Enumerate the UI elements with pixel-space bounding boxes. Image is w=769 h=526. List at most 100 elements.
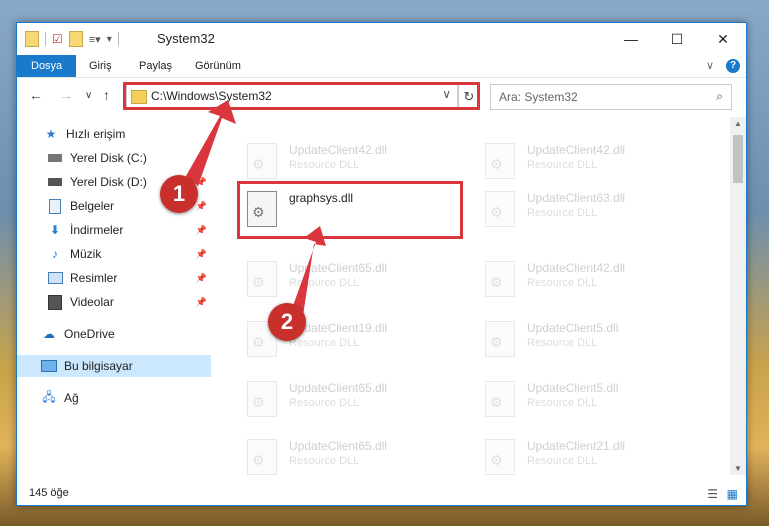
tab-share[interactable]: Paylaş	[139, 55, 172, 77]
sidebar-item-drive-c[interactable]: Yerel Disk (C:)	[17, 147, 211, 169]
dll-file-icon: ⚙	[485, 261, 515, 297]
file-name: UpdateClient65.dll	[289, 439, 388, 453]
file-item[interactable]: ⚙ UpdateClient65.dll Resource DLL	[239, 255, 459, 307]
forward-button[interactable]: →	[59, 87, 73, 103]
pin-icon[interactable]: 📌	[196, 273, 207, 284]
downloads-icon: ⬇	[49, 223, 61, 237]
file-type: Resource DLL	[527, 207, 598, 219]
customize-toolbar-icon[interactable]: ≡▾	[89, 33, 101, 46]
vertical-scrollbar[interactable]: ▲ ▼	[730, 117, 746, 475]
sidebar-item-label: Hızlı erişim	[66, 127, 126, 141]
tab-home[interactable]: Giriş	[89, 55, 112, 77]
file-name: UpdateClient42.dll	[527, 261, 626, 275]
pin-icon[interactable]: 📌	[196, 249, 207, 260]
file-list: ⚙ UpdateClient42.dll Resource DLL ⚙ Upda…	[211, 117, 727, 475]
dll-file-icon: ⚙	[247, 261, 277, 297]
up-button[interactable]: ↑	[103, 87, 110, 103]
file-name: UpdateClient5.dll	[527, 381, 619, 395]
file-item[interactable]: ⚙ UpdateClient5.dll Resource DLL	[477, 315, 697, 367]
sidebar-item-label: Bu bilgisayar	[64, 359, 133, 373]
toolbar-separator	[117, 32, 119, 46]
file-type: Resource DLL	[289, 455, 360, 467]
pin-icon[interactable]: 📌	[196, 177, 207, 188]
sidebar-item-label: Belgeler	[70, 199, 115, 213]
sidebar-item-label: Yerel Disk (C:)	[70, 151, 147, 165]
folder-icon[interactable]	[25, 31, 39, 47]
file-item[interactable]: ⚙ UpdateClient21.dll Resource DLL	[477, 433, 697, 485]
search-box[interactable]: Ara: System32 ⌕	[490, 84, 732, 110]
back-button[interactable]: ←	[29, 87, 43, 103]
file-name: UpdateClient65.dll	[289, 261, 388, 275]
computer-icon	[41, 359, 57, 373]
toolbar-separator	[45, 32, 46, 46]
pin-icon[interactable]: 📌	[196, 201, 207, 212]
item-count: 145 öğe	[29, 487, 69, 499]
search-placeholder[interactable]: Ara: System32	[499, 90, 578, 104]
dll-file-icon: ⚙	[485, 321, 515, 357]
large-icons-view-icon[interactable]: ▦	[727, 487, 738, 501]
network-icon: 🖧	[42, 389, 56, 404]
dll-file-icon: ⚙	[247, 439, 277, 475]
file-type: Resource DLL	[527, 397, 598, 409]
file-name: UpdateClient65.dll	[289, 381, 388, 395]
drive-icon	[47, 175, 63, 189]
ribbon-expand-icon[interactable]: ∨	[706, 55, 714, 77]
scrollbar-thumb[interactable]	[733, 135, 743, 183]
scroll-down-icon[interactable]: ▼	[734, 464, 742, 473]
file-type: Resource DLL	[289, 337, 360, 349]
sidebar-item-downloads[interactable]: ⬇ İndirmeler 📌	[17, 219, 211, 241]
sidebar-item-videos[interactable]: Videolar 📌	[17, 291, 211, 313]
navigation-pane: ★ Hızlı erişim Yerel Disk (C:) Yerel Dis…	[17, 117, 211, 475]
file-name: UpdateClient21.dll	[527, 439, 626, 453]
dll-file-icon: ⚙	[485, 191, 515, 227]
file-item[interactable]: ⚙ UpdateClient42.dll Resource DLL	[477, 255, 697, 307]
dll-file-icon: ⚙	[485, 381, 515, 417]
explorer-window: ☑ ≡▾ ▾ System32 — ☐ ✕ Dosya Giriş Paylaş…	[16, 22, 747, 506]
cloud-icon: ☁	[43, 327, 55, 341]
sidebar-item-pictures[interactable]: Resimler 📌	[17, 267, 211, 289]
quick-access-toolbar: ☑ ≡▾ ▾	[25, 31, 119, 47]
maximize-button[interactable]: ☐	[654, 23, 700, 55]
sidebar-item-onedrive[interactable]: ☁ OneDrive	[17, 323, 211, 345]
file-type: Resource DLL	[527, 337, 598, 349]
recent-locations-button[interactable]: ∨	[85, 90, 92, 101]
file-name: UpdateClient63.dll	[527, 191, 626, 205]
sidebar-item-label: Yerel Disk (D:)	[70, 175, 147, 189]
sidebar-item-label: Resimler	[70, 271, 118, 285]
sidebar-item-label: OneDrive	[64, 327, 115, 341]
help-icon[interactable]: ?	[726, 59, 740, 73]
new-folder-icon[interactable]	[68, 31, 83, 47]
sidebar-item-label: İndirmeler	[70, 223, 124, 237]
file-item[interactable]: ⚙ UpdateClient63.dll Resource DLL	[477, 185, 697, 237]
details-view-icon[interactable]: ☰	[707, 487, 718, 501]
status-bar: 145 öğe ☰ ▦	[17, 483, 746, 505]
navigation-bar: ← → ∨ ↑ C:\Windows\System32 ∨ ↻ Ara: Sys…	[17, 82, 746, 111]
file-highlight-box	[237, 181, 463, 239]
sidebar-item-network[interactable]: 🖧 Ağ	[17, 387, 211, 409]
star-icon: ★	[45, 127, 57, 141]
pin-icon[interactable]: 📌	[196, 225, 207, 236]
pin-icon[interactable]: 📌	[196, 297, 207, 308]
tab-file[interactable]: Dosya	[17, 55, 77, 77]
tab-view[interactable]: Görünüm	[195, 55, 241, 77]
file-item[interactable]: ⚙ UpdateClient65.dll Resource DLL	[239, 433, 459, 485]
window-title: System32	[157, 31, 215, 46]
search-icon[interactable]: ⌕	[716, 89, 723, 104]
dll-file-icon: ⚙	[485, 439, 515, 475]
file-item[interactable]: ⚙ UpdateClient42.dll Resource DLL	[477, 137, 697, 189]
file-type: Resource DLL	[527, 455, 598, 467]
sidebar-item-music[interactable]: ♪ Müzik 📌	[17, 243, 211, 265]
minimize-button[interactable]: —	[608, 23, 654, 55]
ribbon-tabs: Dosya Giriş Paylaş Görünüm ∨ ?	[17, 55, 746, 78]
dll-file-icon: ⚙	[247, 143, 277, 179]
toolbar-dropdown-icon[interactable]: ▾	[107, 34, 112, 45]
pictures-icon	[47, 271, 63, 285]
close-button[interactable]: ✕	[700, 23, 746, 55]
sidebar-item-quick-access[interactable]: ★ Hızlı erişim	[17, 123, 211, 145]
file-item[interactable]: ⚙ UpdateClient65.dll Resource DLL	[239, 375, 459, 427]
file-item[interactable]: ⚙ UpdateClient5.dll Resource DLL	[477, 375, 697, 427]
file-type: Resource DLL	[527, 159, 598, 171]
scroll-up-icon[interactable]: ▲	[734, 119, 742, 128]
sidebar-item-this-pc[interactable]: Bu bilgisayar	[17, 355, 211, 377]
properties-icon[interactable]: ☑	[52, 32, 63, 46]
